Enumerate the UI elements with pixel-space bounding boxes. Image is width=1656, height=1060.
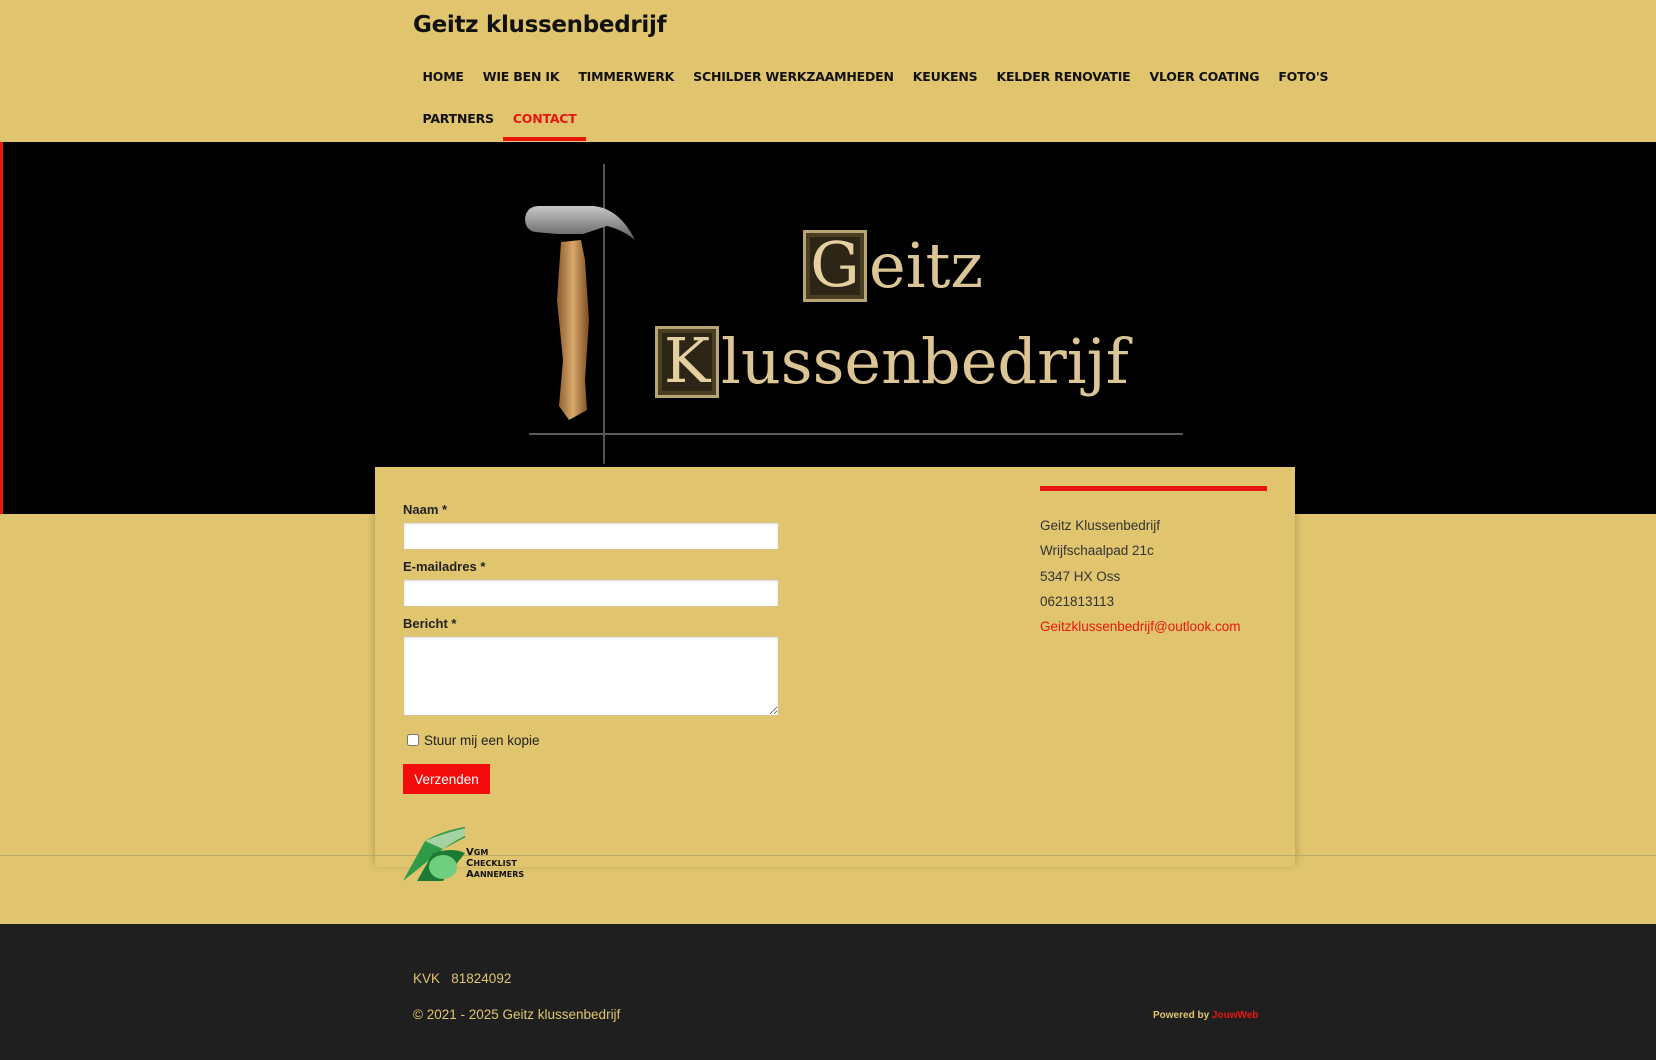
nav-item-kelder-renovatie[interactable]: KELDER RENOVATIE (987, 56, 1140, 98)
logo-rest-klussenbedrijf: lussenbedrijf (721, 325, 1129, 398)
name-input[interactable] (403, 522, 779, 550)
powered-by: Powered by JouwWeb (1153, 1010, 1258, 1021)
nav-row-1: HOME WIE BEN IK TIMMERWERK SCHILDER WERK… (413, 56, 1329, 98)
name-label: Naam * (403, 502, 448, 517)
nav-item-vloer-coating[interactable]: VLOER COATING (1140, 56, 1269, 98)
vca-logo: VGM CHECKLIST AANNEMERS (403, 823, 529, 881)
vca-line-2: CHECKLIST (466, 858, 517, 869)
contact-accent-bar (1040, 486, 1267, 491)
kvk-number: KVK 81824092 (413, 971, 512, 986)
send-copy-label: Stuur mij een kopie (424, 732, 540, 748)
site-title[interactable]: Geitz klussenbedrijf (413, 12, 667, 38)
logo-text-geitz: Geitz (803, 230, 983, 302)
nav-item-wie-ben-ik[interactable]: WIE BEN IK (473, 56, 569, 98)
nav-item-home[interactable]: HOME (413, 56, 473, 98)
contact-email-link[interactable]: Geitzklussenbedrijf@outlook.com (1040, 614, 1267, 639)
vca-emblem-icon (403, 826, 465, 881)
logo-rest-geitz: eitz (869, 229, 984, 302)
contact-city: 5347 HX Oss (1040, 568, 1121, 584)
contact-phone: 0621813113 (1040, 593, 1115, 609)
contact-company: Geitz Klussenbedrijf (1040, 518, 1161, 533)
message-textarea[interactable] (403, 636, 779, 716)
contact-form: Naam * E-mailadres * Bericht * Stuur mij… (403, 500, 779, 794)
logo-horizontal-line (529, 433, 1183, 435)
message-label: Bericht * (403, 616, 457, 631)
nav-item-schilder-werkzaamheden[interactable]: SCHILDER WERKZAAMHEDEN (684, 56, 904, 98)
vca-text: VGM CHECKLIST AANNEMERS (466, 847, 524, 880)
jouwweb-link[interactable]: JouwWeb (1212, 1010, 1258, 1021)
powered-by-label: Powered by (1153, 1010, 1210, 1021)
send-copy-row[interactable]: Stuur mij een kopie (403, 730, 779, 750)
logo-initial-k: K (655, 326, 719, 398)
section-divider (0, 855, 1656, 856)
contact-lines: Geitz Klussenbedrijf Wrijfschaalpad 21c … (1040, 513, 1267, 639)
nav-item-keukens[interactable]: KEUKENS (903, 56, 987, 98)
site-footer: KVK 81824092 © 2021 - 2025 Geitz klussen… (0, 924, 1656, 1060)
vca-line-1: VGM (466, 847, 489, 858)
vca-line-3: AANNEMERS (466, 869, 525, 880)
hammer-icon (525, 206, 635, 420)
logo-text-klussenbedrijf: Klussenbedrijf (655, 326, 1129, 398)
contact-info: Geitz Klussenbedrijf Wrijfschaalpad 21c … (1040, 486, 1267, 639)
nav-item-timmerwerk[interactable]: TIMMERWERK (569, 56, 684, 98)
submit-button[interactable]: Verzenden (403, 764, 490, 794)
logo-initial-g: G (803, 230, 867, 302)
nav-item-contact[interactable]: CONTACT (503, 98, 586, 141)
nav-item-partners[interactable]: PARTNERS (413, 98, 503, 140)
main-nav: HOME WIE BEN IK TIMMERWERK SCHILDER WERK… (413, 56, 1329, 141)
nav-row-2: PARTNERS CONTACT (413, 98, 1263, 141)
hero-banner: Geitz Klussenbedrijf (0, 142, 1656, 514)
email-input[interactable] (403, 579, 779, 607)
send-copy-checkbox[interactable] (407, 734, 419, 746)
copyright-text: © 2021 - 2025 Geitz klussenbedrijf (413, 1007, 621, 1022)
nav-item-fotos[interactable]: FOTO'S (1269, 56, 1338, 98)
contact-street: Wrijfschaalpad 21c (1040, 543, 1154, 559)
email-label: E-mailadres * (403, 559, 486, 574)
